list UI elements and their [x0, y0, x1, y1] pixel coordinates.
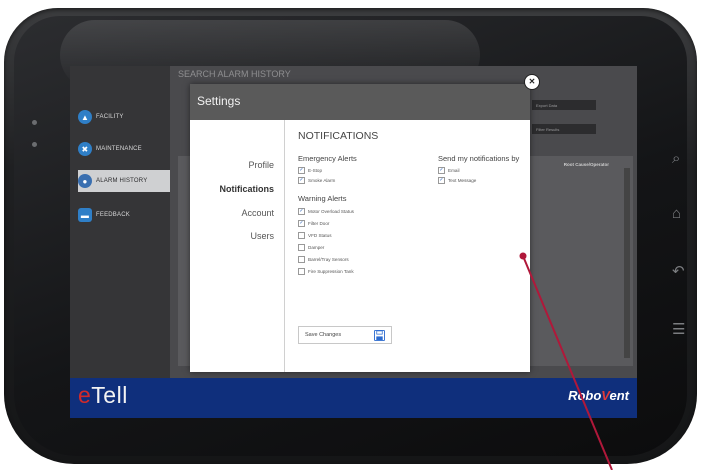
- annotation-callout: [519, 252, 613, 470]
